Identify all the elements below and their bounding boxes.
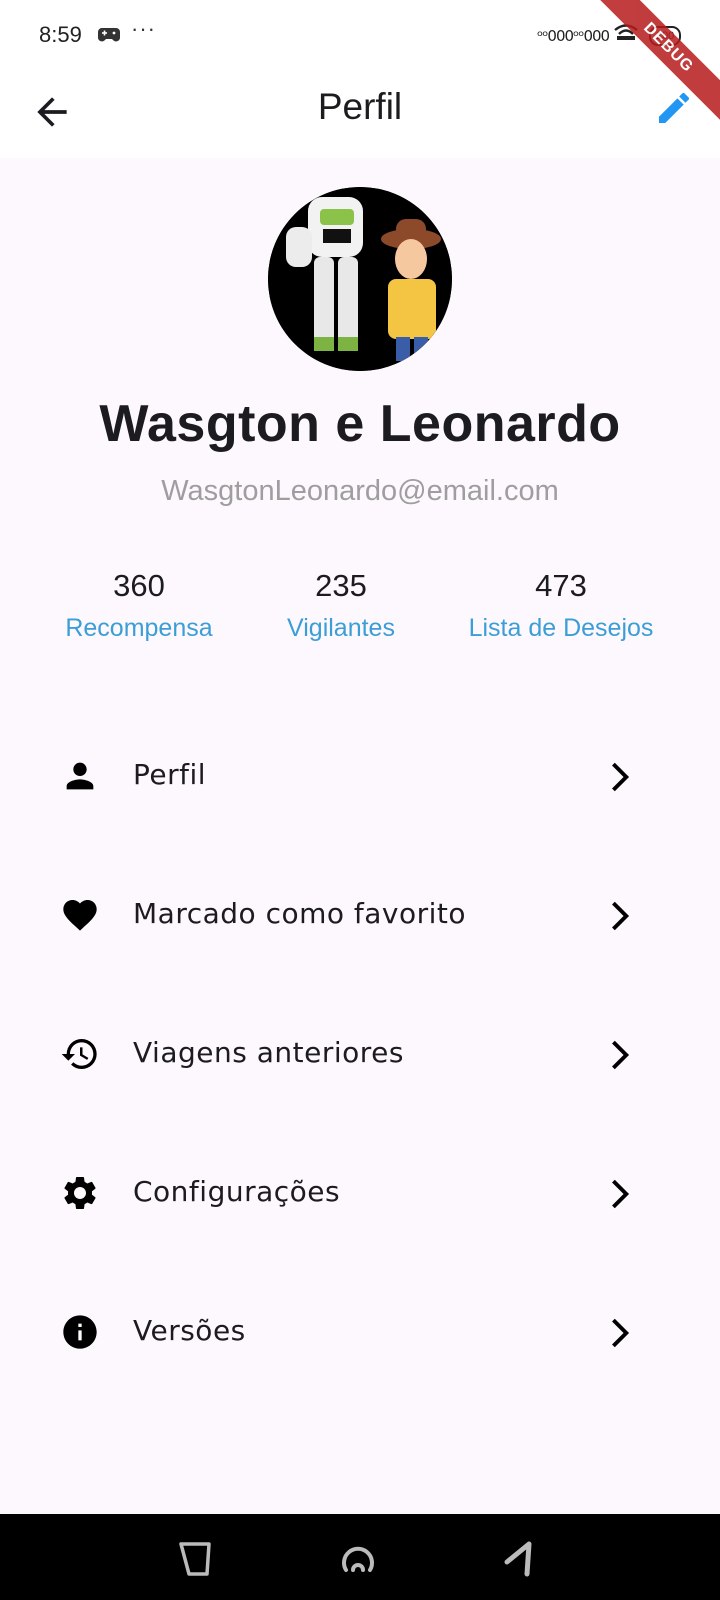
- menu-item-label: Configurações: [133, 1175, 341, 1208]
- chevron-right-icon: [612, 762, 630, 792]
- user-email: WasgtonLeonardo@email.com: [161, 475, 559, 507]
- menu-item-configuracoes[interactable]: Configurações: [0, 1141, 720, 1241]
- history-icon: [61, 1039, 97, 1069]
- stat-label: Lista de Desejos: [468, 614, 654, 642]
- stat-value: 473: [535, 568, 587, 603]
- chevron-right-icon: [612, 1318, 630, 1348]
- chevron-right-icon: [612, 1179, 630, 1209]
- nav-home-icon: [342, 1546, 374, 1572]
- stat-label: Recompensa: [65, 614, 213, 642]
- avatar[interactable]: [268, 187, 452, 371]
- page-title: Perfil: [317, 86, 403, 127]
- stat-label: Vigilantes: [287, 614, 395, 642]
- menu-item-perfil[interactable]: Perfil: [0, 724, 720, 824]
- more-notifications-icon: ···: [131, 16, 156, 41]
- edit-pencil-icon: [659, 92, 690, 123]
- chevron-right-icon: [612, 1040, 630, 1070]
- avatar-image: [268, 187, 452, 371]
- game-controller-icon: [97, 26, 121, 49]
- info-icon: [63, 1315, 97, 1349]
- menu-item-viagens-anteriores[interactable]: Viagens anteriores: [0, 1002, 720, 1102]
- stat-value: 235: [315, 568, 367, 603]
- stat-lista-de-desejos[interactable]: 473 Lista de Desejos: [461, 568, 661, 643]
- app-bar: Perfil: [0, 72, 720, 158]
- user-name: Wasgton e Leonardo: [99, 395, 621, 453]
- nav-recents-icon: [504, 1541, 532, 1577]
- chevron-right-icon: [612, 901, 630, 931]
- settings-gear-icon: [64, 1177, 96, 1209]
- edit-button[interactable]: [654, 88, 698, 132]
- system-navigation-bar: [0, 1514, 720, 1600]
- status-time: 8:59: [39, 22, 82, 47]
- menu-item-favoritos[interactable]: Marcado como favorito: [0, 863, 720, 963]
- stat-vigilantes[interactable]: 235 Vigilantes: [280, 568, 402, 643]
- menu-item-label: Viagens anteriores: [133, 1036, 404, 1069]
- menu-item-versoes[interactable]: Versões: [0, 1280, 720, 1380]
- nav-back-icon: [179, 1542, 211, 1576]
- person-icon: [66, 762, 94, 790]
- stat-recompensa[interactable]: 360 Recompensa: [60, 568, 218, 643]
- menu-item-label: Marcado como favorito: [133, 897, 467, 930]
- nav-recents-button[interactable]: [499, 1536, 543, 1580]
- signal-icon: ᵒᵒ000ᵒᵒ000: [537, 26, 610, 45]
- menu-item-label: Versões: [133, 1314, 246, 1347]
- heart-icon: [63, 900, 97, 931]
- stat-value: 360: [113, 568, 165, 603]
- menu-item-label: Perfil: [133, 758, 207, 791]
- nav-back-button[interactable]: [173, 1536, 217, 1580]
- nav-home-button[interactable]: [336, 1536, 380, 1580]
